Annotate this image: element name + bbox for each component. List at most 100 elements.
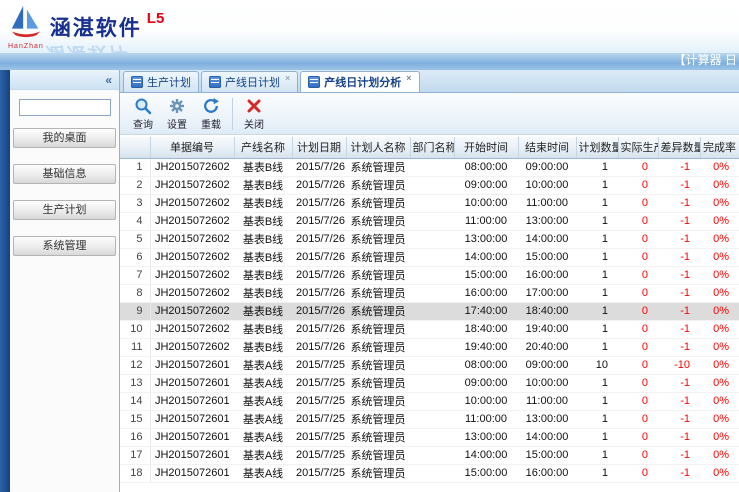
row-number: 1 (120, 158, 150, 176)
table-row[interactable]: 4JH2015072602基表B线2015/7/26系统管理员11:00:001… (120, 212, 739, 230)
sidebar-item-system-admin[interactable]: 系统管理 (13, 236, 116, 256)
table-cell: 系统管理员 (346, 176, 410, 194)
table-cell: 15:00:00 (518, 248, 576, 266)
main-panel: 生产计划产线日计划× 产线日计划分析 × 查询设置重载关闭 单据编号产线名称计划日期… (120, 70, 739, 492)
table-row[interactable]: 10JH2015072602基表B线2015/7/26系统管理员18:40:00… (120, 320, 739, 338)
tab-close-icon[interactable]: × (406, 74, 411, 83)
table-row[interactable]: 5JH2015072602基表B线2015/7/26系统管理员13:00:001… (120, 230, 739, 248)
table-cell: JH2015072601 (150, 356, 234, 374)
table-cell: 0 (618, 212, 658, 230)
table-cell: 11:00:00 (518, 392, 576, 410)
column-header-8[interactable]: 计划数量 (576, 137, 618, 158)
tab-line-daily-plan-analysis[interactable]: 产线日计划分析 × (300, 71, 419, 92)
table-row[interactable]: 1JH2015072602基表B线2015/7/26系统管理员08:00:000… (120, 158, 739, 176)
table-cell: 08:00:00 (454, 158, 518, 176)
row-number: 7 (120, 266, 150, 284)
table-cell: 1 (576, 284, 618, 302)
row-number: 12 (120, 356, 150, 374)
table-row[interactable]: 13JH2015072601基表A线2015/7/25系统管理员09:00:00… (120, 374, 739, 392)
table-row[interactable]: 2JH2015072602基表B线2015/7/26系统管理员09:00:001… (120, 176, 739, 194)
table-cell (410, 158, 454, 176)
table-cell: 1 (576, 392, 618, 410)
table-cell: 14:00:00 (454, 248, 518, 266)
table-cell: JH2015072602 (150, 338, 234, 356)
table-row[interactable]: 6JH2015072602基表B线2015/7/26系统管理员14:00:001… (120, 248, 739, 266)
row-number-header (120, 137, 150, 158)
table-cell: 2015/7/26 (292, 338, 346, 356)
table-cell: 1 (576, 374, 618, 392)
table-cell: 0% (700, 158, 739, 176)
table-cell: 0% (700, 266, 739, 284)
app-header: HanZhan 涵湛软件 L5 涵湛软件 【计算器 日 (0, 0, 739, 70)
table-cell: 2015/7/26 (292, 266, 346, 284)
table-cell: 1 (576, 464, 618, 482)
toolbar-close-button[interactable]: 关闭 (237, 97, 271, 131)
table-cell (410, 230, 454, 248)
tab-close-icon[interactable]: × (285, 74, 290, 83)
tab-line-daily-plan[interactable]: 产线日计划× (201, 71, 298, 92)
column-header-3[interactable]: 计划日期 (292, 137, 346, 158)
sidebar-collapse-button[interactable]: « (10, 70, 119, 90)
tab-label: 产线日计划分析 (324, 74, 401, 90)
table-cell: 10 (576, 356, 618, 374)
column-header-7[interactable]: 结束时间 (518, 137, 576, 158)
column-header-10[interactable]: 差异数量 (658, 137, 700, 158)
table-cell: JH2015072602 (150, 212, 234, 230)
app-logo: HanZhan 涵湛软件 L5 (8, 4, 164, 50)
sidebar-item-production-plan[interactable]: 生产计划 (13, 200, 116, 220)
table-cell: 1 (576, 320, 618, 338)
table-cell: 系统管理员 (346, 284, 410, 302)
table-row[interactable]: 3JH2015072602基表B线2015/7/26系统管理员10:00:001… (120, 194, 739, 212)
table-cell: -1 (658, 410, 700, 428)
table-cell: 11:00:00 (454, 410, 518, 428)
table-cell: 0 (618, 356, 658, 374)
table-cell: 2015/7/26 (292, 194, 346, 212)
table-cell: -1 (658, 176, 700, 194)
table-cell: -1 (658, 302, 700, 320)
table-row[interactable]: 18JH2015072601基表A线2015/7/25系统管理员15:00:00… (120, 464, 739, 482)
table-cell: 0% (700, 302, 739, 320)
table-row[interactable]: 11JH2015072602基表B线2015/7/26系统管理员19:40:00… (120, 338, 739, 356)
table-cell (410, 248, 454, 266)
toolbar-query-button[interactable]: 查询 (126, 97, 160, 131)
table-cell: 基表A线 (234, 356, 292, 374)
column-header-11[interactable]: 完成率 (700, 137, 739, 158)
sidebar-item-my-desktop[interactable]: 我的桌面 (13, 128, 116, 148)
table-cell (410, 446, 454, 464)
table-row[interactable]: 8JH2015072602基表B线2015/7/26系统管理员16:00:001… (120, 284, 739, 302)
table-cell: 基表A线 (234, 410, 292, 428)
table-cell: 系统管理员 (346, 248, 410, 266)
table-cell: 17:40:00 (454, 302, 518, 320)
table-row[interactable]: 15JH2015072601基表A线2015/7/25系统管理员11:00:00… (120, 410, 739, 428)
column-header-4[interactable]: 计划人名称 (346, 137, 410, 158)
table-cell: -1 (658, 230, 700, 248)
toolbar-settings-button[interactable]: 设置 (160, 97, 194, 131)
table-cell: 09:00:00 (518, 158, 576, 176)
column-header-9[interactable]: 实际生产 (618, 137, 658, 158)
toolbar-reload-button[interactable]: 重载 (194, 97, 228, 131)
table-cell: 1 (576, 176, 618, 194)
column-header-5[interactable]: 部门名称 (410, 137, 454, 158)
sidebar-item-basic-info[interactable]: 基础信息 (13, 164, 116, 184)
sidebar-search-input[interactable] (19, 99, 111, 116)
table-cell: 0% (700, 428, 739, 446)
table-cell: -1 (658, 212, 700, 230)
table-row[interactable]: 16JH2015072601基表A线2015/7/25系统管理员13:00:00… (120, 428, 739, 446)
table-cell: 18:40:00 (454, 320, 518, 338)
table-cell: 1 (576, 266, 618, 284)
column-header-6[interactable]: 开始时间 (454, 137, 518, 158)
table-cell: 0 (618, 392, 658, 410)
table-row[interactable]: 9JH2015072602基表B线2015/7/26系统管理员17:40:001… (120, 302, 739, 320)
table-row[interactable]: 12JH2015072601基表A线2015/7/25系统管理员08:00:00… (120, 356, 739, 374)
table-cell (410, 374, 454, 392)
table-row[interactable]: 17JH2015072601基表A线2015/7/25系统管理员14:00:00… (120, 446, 739, 464)
table-cell: 系统管理员 (346, 428, 410, 446)
tab-production-plan[interactable]: 生产计划 (123, 71, 199, 92)
table-row[interactable]: 14JH2015072601基表A线2015/7/25系统管理员10:00:00… (120, 392, 739, 410)
column-header-1[interactable]: 单据编号 (150, 137, 234, 158)
table-cell: 14:00:00 (518, 428, 576, 446)
table-row[interactable]: 7JH2015072602基表B线2015/7/26系统管理员15:00:001… (120, 266, 739, 284)
table-cell: 14:00:00 (518, 230, 576, 248)
table-cell: 13:00:00 (518, 212, 576, 230)
column-header-2[interactable]: 产线名称 (234, 137, 292, 158)
